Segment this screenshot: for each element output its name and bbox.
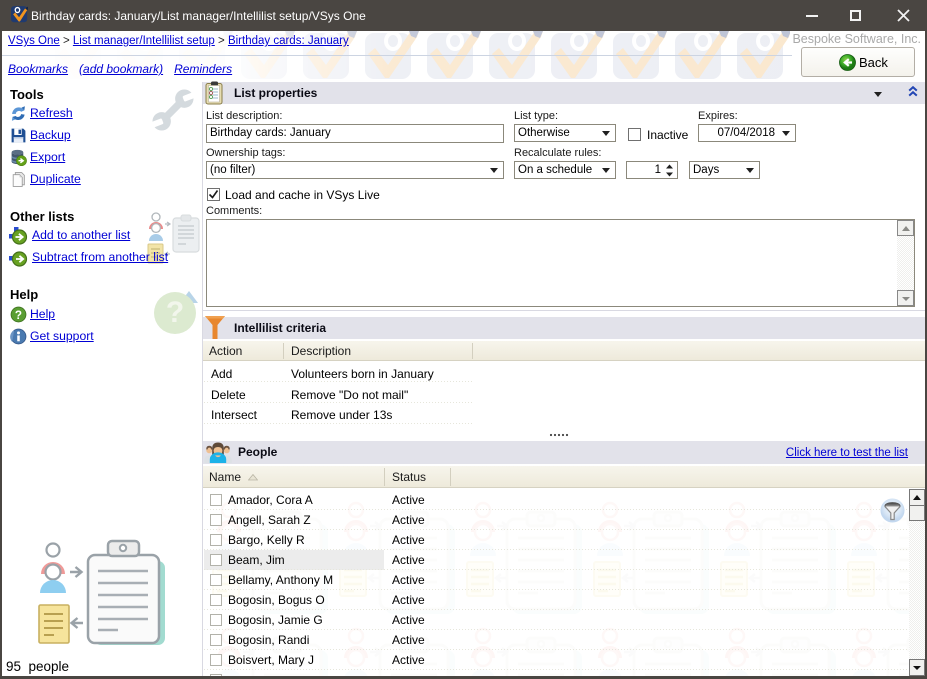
svg-text:?: ?	[166, 296, 184, 329]
svg-text:?: ?	[15, 309, 22, 322]
